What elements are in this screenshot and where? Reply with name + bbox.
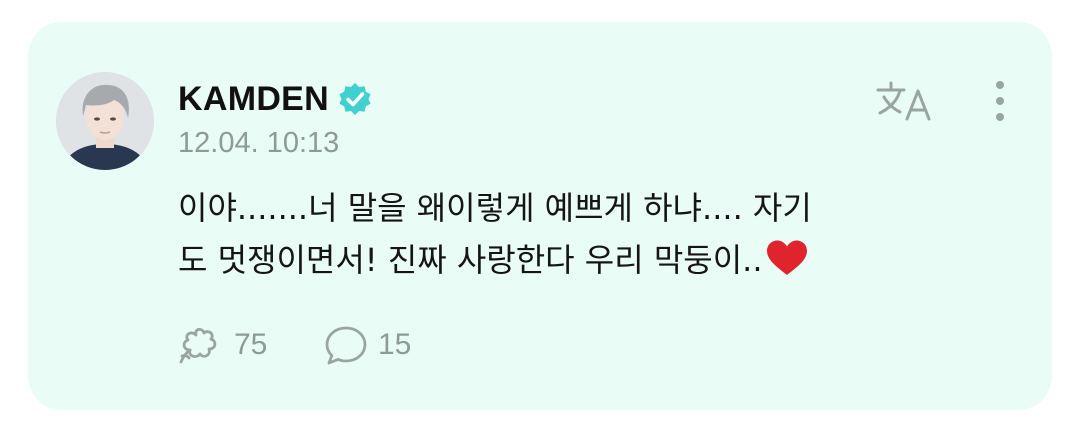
translate-icon	[876, 81, 931, 121]
author-name[interactable]: KAMDEN	[178, 80, 329, 119]
red-heart-emoji	[766, 240, 807, 275]
avatar[interactable]	[56, 72, 154, 170]
post-body: 이야.......너 말을 왜이렇게 예쁘게 하냐.... 자기 도 멋쟁이면서…	[178, 182, 978, 286]
post-body-line-text: 도 멋쟁이면서! 진짜 사랑한다 우리 막둥이..	[178, 241, 763, 279]
comment-count: 15	[378, 328, 412, 361]
comment-button[interactable]: 15	[324, 322, 411, 368]
author-row: KAMDEN	[178, 77, 373, 121]
post-timestamp: 12.04. 10:13	[178, 127, 340, 159]
more-vertical-icon	[996, 81, 1004, 121]
post-body-line: 이야.......너 말을 왜이렇게 예쁘게 하냐.... 자기	[178, 189, 812, 227]
more-options-button[interactable]	[986, 78, 1014, 124]
like-count: 75	[234, 328, 268, 361]
post-body-line-2: 도 멋쟁이면서! 진짜 사랑한다 우리 막둥이..	[178, 234, 978, 286]
like-button[interactable]: 75	[178, 322, 267, 368]
flower-like-icon	[179, 328, 217, 364]
avatar-image	[56, 72, 154, 170]
comment-bubble-icon	[325, 326, 367, 365]
verified-badge-icon	[339, 83, 371, 115]
post-card: KAMDEN 12.04. 10:13 이야.......너 말을 왜이렇게 예…	[28, 22, 1052, 410]
translate-button[interactable]	[876, 78, 934, 124]
